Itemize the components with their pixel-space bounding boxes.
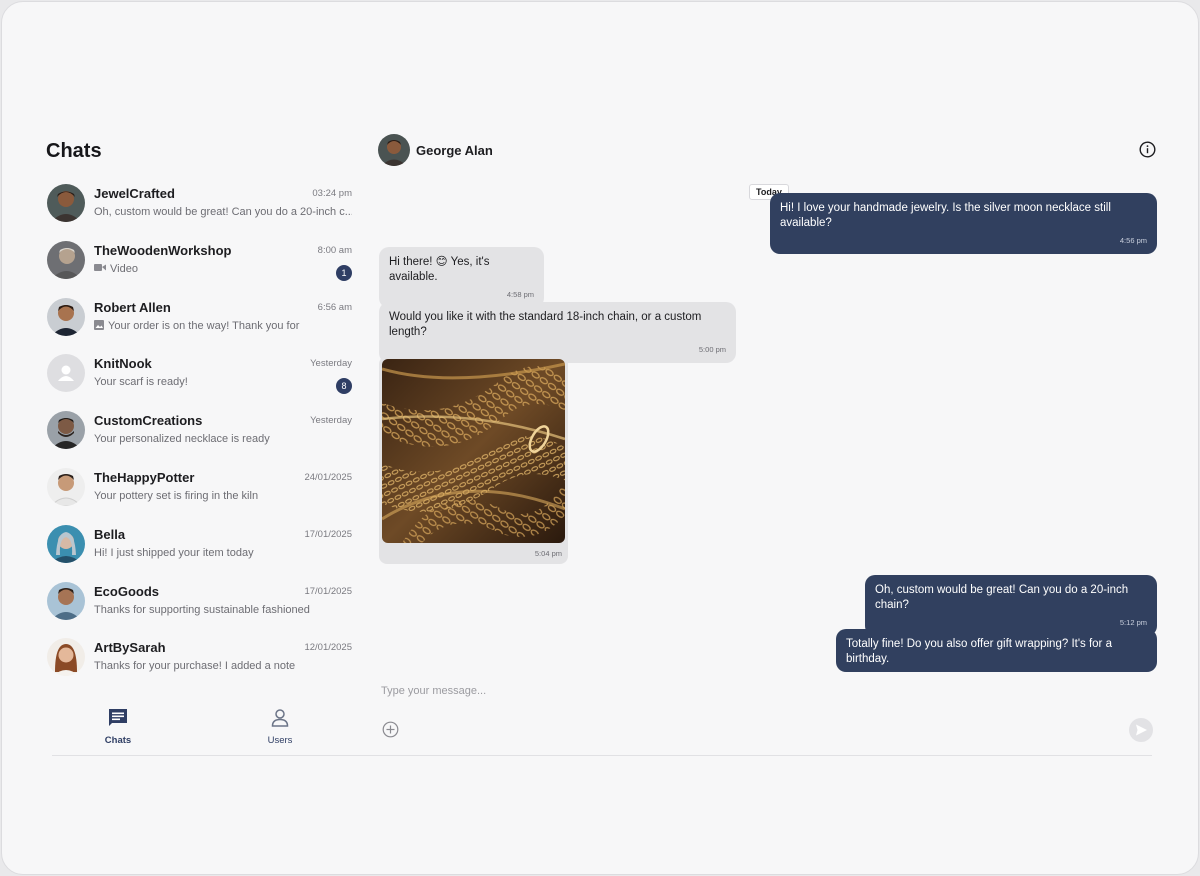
message-text: Hi! I love your handmade jewelry. Is the…	[780, 202, 1111, 229]
message-text: Oh, custom would be great! Can you do a …	[875, 584, 1129, 611]
chat-item-artbysarah[interactable]: ArtBySarah 12/01/2025 Thanks for your pu…	[46, 634, 356, 691]
chat-preview-text: Your scarf is ready!	[94, 376, 188, 389]
chat-preview: Hi! I just shipped your item today	[94, 547, 352, 559]
send-icon[interactable]	[1129, 718, 1153, 742]
chat-preview: Thanks for supporting sustainable fashio…	[94, 604, 352, 616]
chat-preview: Oh, custom would be great! Can you do a …	[94, 206, 352, 218]
message-time: 5:12 pm	[1119, 618, 1147, 627]
chat-item-ecogoods[interactable]: EcoGoods 17/01/2025 Thanks for supportin…	[46, 578, 356, 635]
chat-preview-text: Video	[110, 262, 138, 275]
message-time: 5:00 pm	[698, 345, 726, 354]
chat-time: 03:24 pm	[312, 188, 352, 199]
chat-item-jewelcrafted[interactable]: JewelCrafted 03:24 pm Oh, custom would b…	[46, 180, 356, 237]
avatar	[47, 581, 85, 620]
avatar	[47, 411, 85, 450]
message-bubble-incoming: Would you like it with the standard 18-i…	[379, 302, 736, 363]
message-image-incoming[interactable]: 5:04 pm	[379, 356, 568, 564]
user-icon	[240, 708, 320, 731]
chats-sidebar: Chats JewelCrafted 03:24 pm Oh, custom w…	[46, 132, 356, 752]
message-time: 4:56 pm	[1119, 236, 1147, 245]
message-text: Hi there! 😊 Yes, it's available.	[389, 256, 490, 283]
contact-avatar[interactable]	[378, 134, 410, 166]
avatar	[47, 184, 85, 222]
tab-chats[interactable]: Chats	[78, 708, 158, 746]
chat-time: 6:56 am	[317, 301, 352, 313]
contact-name[interactable]: George Alan	[416, 143, 493, 158]
chat-time: 12/01/2025	[304, 642, 352, 654]
chat-item-thehappypotter[interactable]: TheHappyPotter 24/01/2025 Your pottery s…	[46, 464, 356, 521]
chat-item-bella[interactable]: Bella 17/01/2025 Hi! I just shipped your…	[46, 521, 356, 578]
chat-preview-text: Oh, custom would be great! Can you do a …	[94, 206, 352, 218]
avatar	[47, 297, 85, 336]
add-attachment-icon[interactable]	[382, 721, 399, 738]
info-icon[interactable]	[1139, 141, 1156, 158]
chat-name: CustomCreations	[94, 413, 203, 429]
tab-users[interactable]: Users	[240, 708, 320, 746]
video-icon	[94, 263, 106, 274]
tab-chats-label: Chats	[104, 735, 132, 746]
app-window: Chats JewelCrafted 03:24 pm Oh, custom w…	[1, 1, 1199, 875]
chat-name: JewelCrafted	[94, 186, 175, 201]
chat-name: Robert Allen	[94, 299, 171, 315]
chat-list[interactable]: JewelCrafted 03:24 pm Oh, custom would b…	[46, 180, 356, 698]
avatar	[47, 467, 85, 506]
chat-time: 24/01/2025	[304, 471, 352, 483]
message-time: 4:58 pm	[506, 290, 534, 299]
chat-name: KnitNook	[94, 356, 152, 372]
message-bubble-outgoing: Totally fine! Do you also offer gift wra…	[836, 629, 1157, 672]
message-bubble-incoming: Hi there! 😊 Yes, it's available. 4:58 pm	[379, 247, 544, 308]
chat-time: 17/01/2025	[304, 528, 352, 540]
default-user-icon	[47, 354, 85, 393]
image-icon	[94, 319, 104, 332]
message-time: 5:04 pm	[534, 549, 562, 558]
avatar	[47, 638, 85, 677]
chat-preview-text: Your pottery set is firing in the kiln	[94, 489, 259, 502]
unread-badge: 8	[336, 378, 352, 395]
chat-preview-text: Thanks for supporting sustainable fashio…	[94, 603, 310, 616]
message-bubble-outgoing: Oh, custom would be great! Can you do a …	[865, 575, 1157, 636]
chat-name: ArtBySarah	[94, 640, 166, 656]
unread-badge: 1	[336, 264, 352, 281]
chat-preview: Thanks for your purchase! I added a note	[94, 660, 352, 672]
chat-preview-text: Your order is on the way! Thank you for	[108, 319, 300, 332]
message-input[interactable]	[381, 685, 1081, 697]
chat-item-knitnook[interactable]: KnitNook Yesterday Your scarf is ready! …	[46, 350, 356, 407]
chat-preview: Your personalized necklace is ready	[94, 433, 352, 445]
chat-preview: Video	[94, 263, 352, 275]
chat-time: 8:00 am	[317, 244, 352, 256]
chat-item-customcreations[interactable]: CustomCreations Yesterday Your personali…	[46, 407, 356, 464]
chat-name: EcoGoods	[94, 583, 160, 599]
chat-bubble-icon	[78, 708, 158, 731]
gold-chains-photo[interactable]	[382, 359, 565, 543]
chat-time: Yesterday	[310, 415, 352, 427]
avatar	[47, 240, 85, 279]
chat-preview-text: Thanks for your purchase! I added a note	[94, 660, 296, 673]
bottom-nav: Chats Users	[46, 702, 356, 752]
chat-preview: Your pottery set is firing in the kiln	[94, 490, 352, 502]
chat-item-robert-allen[interactable]: Robert Allen 6:56 am Your order is on th…	[46, 294, 356, 351]
chat-name: Bella	[94, 526, 126, 542]
chat-preview-text: Hi! I just shipped your item today	[94, 546, 254, 559]
chat-time: 17/01/2025	[304, 585, 352, 597]
message-text: Totally fine! Do you also offer gift wra…	[846, 638, 1112, 665]
chat-preview: Your order is on the way! Thank you for	[94, 319, 352, 332]
message-bubble-outgoing: Hi! I love your handmade jewelry. Is the…	[770, 193, 1157, 254]
sidebar-title: Chats	[46, 140, 102, 162]
tab-users-label: Users	[267, 735, 293, 746]
chat-time: Yesterday	[310, 358, 352, 370]
message-text: Would you like it with the standard 18-i…	[389, 311, 702, 338]
chat-preview: Your scarf is ready!	[94, 376, 352, 388]
chat-name: TheHappyPotter	[94, 469, 195, 485]
chat-preview-text: Your personalized necklace is ready	[94, 433, 270, 446]
divider	[52, 755, 1152, 756]
avatar	[47, 524, 85, 563]
chat-item-thewoodenworkshop[interactable]: TheWoodenWorkshop 8:00 am Video 1	[46, 237, 356, 294]
chat-name: TheWoodenWorkshop	[94, 242, 232, 258]
